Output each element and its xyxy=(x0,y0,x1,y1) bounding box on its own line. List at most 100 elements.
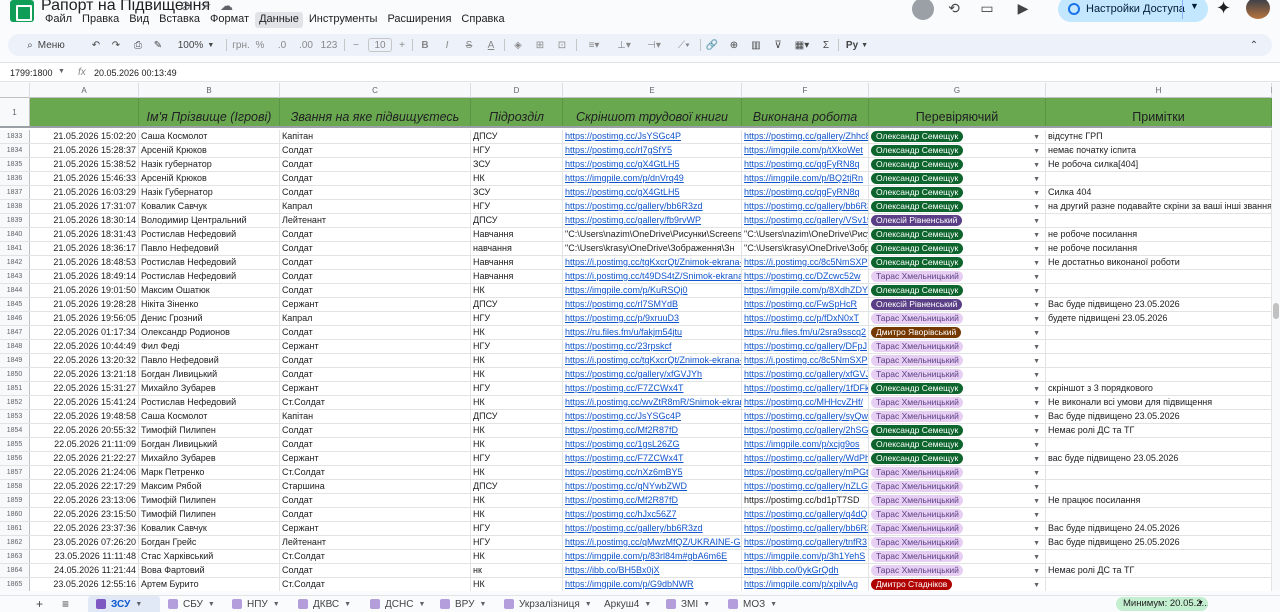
chevron-down-icon[interactable]: ▼ xyxy=(1033,369,1040,381)
cell-screenshot[interactable]: https://i.postimg.cc/tgKxcrQt/Znimok-ekr… xyxy=(563,256,742,269)
cell-screenshot[interactable]: https://postimg.cc/JsYSGc4P xyxy=(563,410,742,423)
chevron-down-icon[interactable]: ▼ xyxy=(1033,537,1040,549)
cell-ts[interactable]: 22.05.2026 19:48:58 xyxy=(30,410,139,423)
zoom-select[interactable]: 100% ▼ xyxy=(174,34,218,56)
row-number[interactable]: 1834 xyxy=(0,144,30,157)
cell-name[interactable]: Михайло Зубарев xyxy=(139,452,280,465)
cell-name[interactable]: Максим Рябой xyxy=(139,480,280,493)
cell-checker[interactable]: Олександр Семещук ▼ xyxy=(869,438,1046,451)
sheet-tab-2[interactable]: НПУ ▼ xyxy=(224,596,290,612)
chevron-down-icon[interactable]: ▼ xyxy=(1033,285,1040,297)
cell-screenshot[interactable]: https://ibb.co/BH5Bx0jX xyxy=(563,564,742,577)
cell-unit[interactable]: НК xyxy=(471,354,563,367)
collapse-toolbar-icon[interactable]: ⌃ xyxy=(1246,34,1262,56)
cell-unit[interactable]: Навчання xyxy=(471,270,563,283)
menu-8[interactable]: Справка xyxy=(457,12,508,28)
cell-screenshot[interactable]: https://imgpile.com/p/KuRSQj0 xyxy=(563,284,742,297)
cell-screenshot[interactable]: https://postimg.cc/hJxc56Z7 xyxy=(563,508,742,521)
checker-chip[interactable]: Олександр Семещук xyxy=(871,285,963,296)
cell-checker[interactable]: Олександр Семещук ▼ xyxy=(869,284,1046,297)
cell-rank[interactable]: Лейтенант xyxy=(280,536,471,549)
row-number[interactable]: 1865 xyxy=(0,578,30,591)
cell-unit[interactable]: НК xyxy=(471,466,563,479)
cell-screenshot[interactable]: https://imgpile.com/p/G9dbNWR xyxy=(563,578,742,591)
cell-name[interactable]: Нікіта Зіненко xyxy=(139,298,280,311)
cell-note[interactable] xyxy=(1046,354,1272,367)
checker-chip[interactable]: Тарас Хмельницький xyxy=(871,341,963,352)
cell-name[interactable]: Олександр Родионов xyxy=(139,326,280,339)
cell-rank[interactable]: Старшина xyxy=(280,480,471,493)
chevron-down-icon[interactable]: ▼ xyxy=(1033,411,1040,423)
cell-ts[interactable]: 22.05.2026 21:11:09 xyxy=(30,438,139,451)
cell-screenshot[interactable]: https://postimg.cc/qNYwbZWD xyxy=(563,480,742,493)
cell-rank[interactable]: Солдат xyxy=(280,256,471,269)
all-sheets-icon[interactable]: ≡ xyxy=(62,597,69,611)
cell-name[interactable]: Саша Космолот xyxy=(139,130,280,143)
cell-unit[interactable]: навчання xyxy=(471,242,563,255)
cell-note[interactable]: Не робоча силка[404] xyxy=(1046,158,1272,171)
cell-checker[interactable]: Тарас Хмельницький ▼ xyxy=(869,494,1046,507)
cell-name[interactable]: Арсеній Крюков xyxy=(139,172,280,185)
merge-cells-icon[interactable]: ⊡ xyxy=(554,34,570,56)
cell-checker[interactable]: Тарас Хмельницький ▼ xyxy=(869,522,1046,535)
cell-rank[interactable]: Сержант xyxy=(280,382,471,395)
cell-name[interactable]: Ростислав Нефедовий xyxy=(139,396,280,409)
checker-chip[interactable]: Олександр Семещук xyxy=(871,383,963,394)
cell-name[interactable]: Володимир Центральний xyxy=(139,214,280,227)
checker-chip[interactable]: Дмитро Стадніков xyxy=(871,579,953,590)
cell-checker[interactable]: Тарас Хмельницький ▼ xyxy=(869,466,1046,479)
cell-work[interactable]: https://postimg.cc/gallery/q4dQ xyxy=(742,508,869,521)
chevron-down-icon[interactable]: ▼ xyxy=(1033,243,1040,255)
cell-unit[interactable]: НК xyxy=(471,438,563,451)
cell-checker[interactable]: Олександр Семещук ▼ xyxy=(869,452,1046,465)
row-number[interactable]: 1856 xyxy=(0,452,30,465)
cell-screenshot[interactable]: https://postimg.cc/1gsL26ZG xyxy=(563,438,742,451)
row-number[interactable]: 1 xyxy=(0,98,30,126)
menu-3[interactable]: Вставка xyxy=(155,12,204,28)
cell-rank[interactable]: Солдат xyxy=(280,144,471,157)
cell-ts[interactable]: 22.05.2026 23:13:06 xyxy=(30,494,139,507)
menu-search-button[interactable]: ⌕ Меню xyxy=(16,34,76,56)
checker-chip[interactable]: Олександр Семещук xyxy=(871,131,963,142)
cell-note[interactable] xyxy=(1046,438,1272,451)
percent-format-button[interactable]: % xyxy=(254,34,266,56)
row-number[interactable]: 1854 xyxy=(0,424,30,437)
chevron-down-icon[interactable]: ▼ xyxy=(1033,551,1040,563)
cell-note[interactable] xyxy=(1046,284,1272,297)
cell-name[interactable]: Богдан Ливицький xyxy=(139,368,280,381)
checker-chip[interactable]: Тарас Хмельницький xyxy=(871,509,963,520)
header-cell-G[interactable]: Перевіряючий xyxy=(869,98,1046,126)
header-cell-D[interactable]: Підрозділ xyxy=(471,98,563,126)
cell-unit[interactable]: НК xyxy=(471,508,563,521)
row-number[interactable]: 1835 xyxy=(0,158,30,171)
cell-rank[interactable]: Солдат xyxy=(280,354,471,367)
chevron-down-icon[interactable]: ▼ xyxy=(1033,313,1040,325)
chevron-down-icon[interactable]: ▼ xyxy=(208,601,215,608)
cell-ts[interactable]: 22.05.2026 21:22:27 xyxy=(30,452,139,465)
paint-format-icon[interactable]: ✎ xyxy=(150,34,166,56)
scrollbar-thumb[interactable] xyxy=(1273,303,1279,319)
chevron-down-icon[interactable]: ▼ xyxy=(1033,509,1040,521)
cell-unit[interactable]: НГУ xyxy=(471,536,563,549)
cell-checker[interactable]: Тарас Хмельницький ▼ xyxy=(869,410,1046,423)
cell-work[interactable]: https://postimg.cc/qgFyRN8q xyxy=(742,186,869,199)
cell-name[interactable]: Павло Нефедовий xyxy=(139,354,280,367)
chevron-down-icon[interactable]: ▼ xyxy=(135,601,142,608)
checker-chip[interactable]: Дмитро Яворівський xyxy=(871,327,962,338)
cell-ts[interactable]: 21.05.2026 15:02:20 xyxy=(30,130,139,143)
checker-chip[interactable]: Тарас Хмельницький xyxy=(871,411,963,422)
checker-chip[interactable]: Олексій Рівненський xyxy=(871,299,963,310)
cell-name[interactable]: Ростислав Нефедовий xyxy=(139,256,280,269)
checker-chip[interactable]: Олексій Рівненський xyxy=(871,215,963,226)
cell-name[interactable]: Арсеній Крюков xyxy=(139,144,280,157)
cell-ts[interactable]: 23.05.2026 12:55:16 xyxy=(30,578,139,591)
cell-unit[interactable]: НК xyxy=(471,368,563,381)
cell-rank[interactable]: Солдат xyxy=(280,424,471,437)
cell-unit[interactable]: НГУ xyxy=(471,522,563,535)
column-header-G[interactable]: G xyxy=(869,83,1046,98)
cell-name[interactable]: Богдан Ливицький xyxy=(139,438,280,451)
cell-work[interactable]: https://postimg.cc/gallery/mPGt xyxy=(742,466,869,479)
cell-work[interactable]: "C:\Users\krasy\OneDrive\Зобр xyxy=(742,242,869,255)
horizontal-align-icon[interactable]: ≡▾ xyxy=(582,34,606,56)
checker-chip[interactable]: Тарас Хмельницький xyxy=(871,523,963,534)
